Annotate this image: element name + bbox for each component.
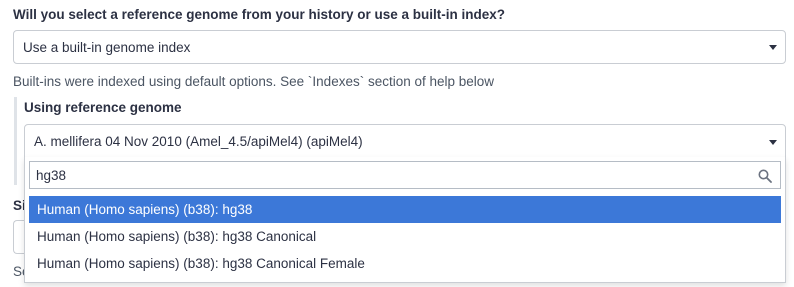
genome-search-box[interactable] <box>29 161 781 189</box>
reference-genome-select[interactable]: A. mellifera 04 Nov 2010 (Amel_4.5/apiMe… <box>24 124 786 158</box>
reference-source-label: Will you select a reference genome from … <box>13 7 505 22</box>
builtin-help-text: Built-ins were indexed using default opt… <box>13 74 495 89</box>
genome-option-hg38-canonical-female[interactable]: Human (Homo sapiens) (b38): hg38 Canonic… <box>29 250 781 277</box>
search-icon <box>758 169 772 183</box>
genome-option-hg38-canonical[interactable]: Human (Homo sapiens) (b38): hg38 Canonic… <box>29 223 781 250</box>
genome-option-hg38[interactable]: Human (Homo sapiens) (b38): hg38 <box>29 196 781 223</box>
reference-genome-label: Using reference genome <box>24 100 182 115</box>
reference-source-value: Use a built-in genome index <box>23 40 191 55</box>
genome-dropdown: Human (Homo sapiens) (b38): hg38 Human (… <box>24 157 786 283</box>
reference-source-select[interactable]: Use a built-in genome index <box>13 30 786 64</box>
genome-search-input[interactable] <box>36 166 736 184</box>
caret-down-icon <box>769 45 777 50</box>
section-divider <box>14 97 17 185</box>
caret-down-icon <box>769 140 777 145</box>
reference-genome-value: A. mellifera 04 Nov 2010 (Amel_4.5/apiMe… <box>34 134 363 149</box>
